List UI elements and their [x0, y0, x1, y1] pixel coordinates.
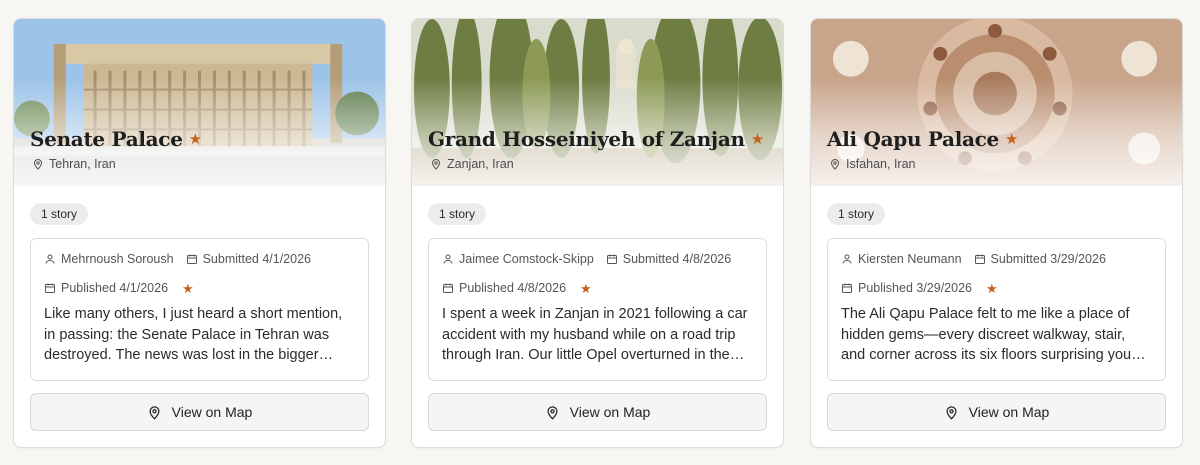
map-pin-icon — [33, 159, 43, 170]
place-photo[interactable]: Senate Palace ★ Tehran, Iran — [14, 19, 385, 187]
place-location: Isfahan, Iran — [829, 157, 916, 171]
story-count-badge: 1 story — [30, 203, 89, 225]
story-published-date: Published 4/1/2026 — [44, 281, 168, 295]
place-location: Tehran, Iran — [32, 157, 116, 171]
star-icon: ★ — [750, 130, 765, 148]
user-icon — [842, 254, 852, 264]
calendar-icon — [974, 254, 985, 264]
place-location: Zanjan, Iran — [430, 157, 514, 171]
place-card: Ali Qapu Palace ★ Isfahan, Iran 1 story … — [810, 18, 1183, 448]
map-pin-icon — [431, 159, 441, 170]
view-on-map-button[interactable]: View on Map — [30, 393, 369, 431]
story-card[interactable]: Kiersten Neumann Submitted 3/29/2026 Pub… — [827, 238, 1166, 381]
place-title[interactable]: Ali Qapu Palace — [827, 127, 999, 151]
place-card: Grand Hosseiniyeh of Zanjan ★ Zanjan, Ir… — [411, 18, 784, 448]
place-title[interactable]: Grand Hosseiniyeh of Zanjan — [428, 127, 745, 151]
story-excerpt: Like many others, I just heard a short m… — [44, 306, 343, 363]
calendar-icon — [443, 283, 453, 293]
star-icon: ★ — [182, 280, 194, 296]
map-pin-icon — [149, 405, 160, 420]
map-pin-icon — [946, 405, 957, 420]
story-excerpt: I spent a week in Zanjan in 2021 followi… — [442, 306, 748, 363]
map-pin-icon — [547, 405, 558, 420]
story-card[interactable]: Jaimee Comstock-Skipp Submitted 4/8/2026… — [428, 238, 767, 381]
map-pin-icon — [830, 159, 840, 170]
place-title[interactable]: Senate Palace — [30, 127, 183, 151]
story-count-badge: 1 story — [827, 203, 886, 225]
story-excerpt: The Ali Qapu Palace felt to me like a pl… — [841, 306, 1132, 363]
story-author: Kiersten Neumann — [841, 252, 962, 266]
calendar-icon — [842, 283, 852, 293]
view-on-map-button[interactable]: View on Map — [827, 393, 1166, 431]
story-author: Mehrnoush Soroush — [44, 252, 174, 266]
story-published-date: Published 4/8/2026 — [442, 281, 566, 295]
place-photo[interactable]: Grand Hosseiniyeh of Zanjan ★ Zanjan, Ir… — [412, 19, 783, 187]
place-photo[interactable]: Ali Qapu Palace ★ Isfahan, Iran — [811, 19, 1182, 187]
star-icon: ★ — [580, 280, 592, 296]
story-author: Jaimee Comstock-Skipp — [442, 252, 594, 266]
calendar-icon — [606, 254, 617, 264]
story-card[interactable]: Mehrnoush Soroush Submitted 4/1/2026 Pub… — [30, 238, 369, 381]
story-count-badge: 1 story — [428, 203, 487, 225]
place-card: Senate Palace ★ Tehran, Iran 1 story Meh… — [13, 18, 386, 448]
calendar-icon — [186, 254, 197, 264]
story-submitted-date: Submitted 3/29/2026 — [974, 252, 1106, 266]
view-on-map-button[interactable]: View on Map — [428, 393, 767, 431]
user-icon — [443, 254, 453, 264]
star-icon: ★ — [1004, 130, 1019, 148]
story-published-date: Published 3/29/2026 — [841, 281, 972, 295]
user-icon — [45, 254, 55, 264]
story-submitted-date: Submitted 4/8/2026 — [606, 252, 731, 266]
story-submitted-date: Submitted 4/1/2026 — [186, 252, 311, 266]
star-icon: ★ — [985, 280, 998, 296]
star-icon: ★ — [188, 130, 203, 148]
calendar-icon — [45, 283, 55, 293]
